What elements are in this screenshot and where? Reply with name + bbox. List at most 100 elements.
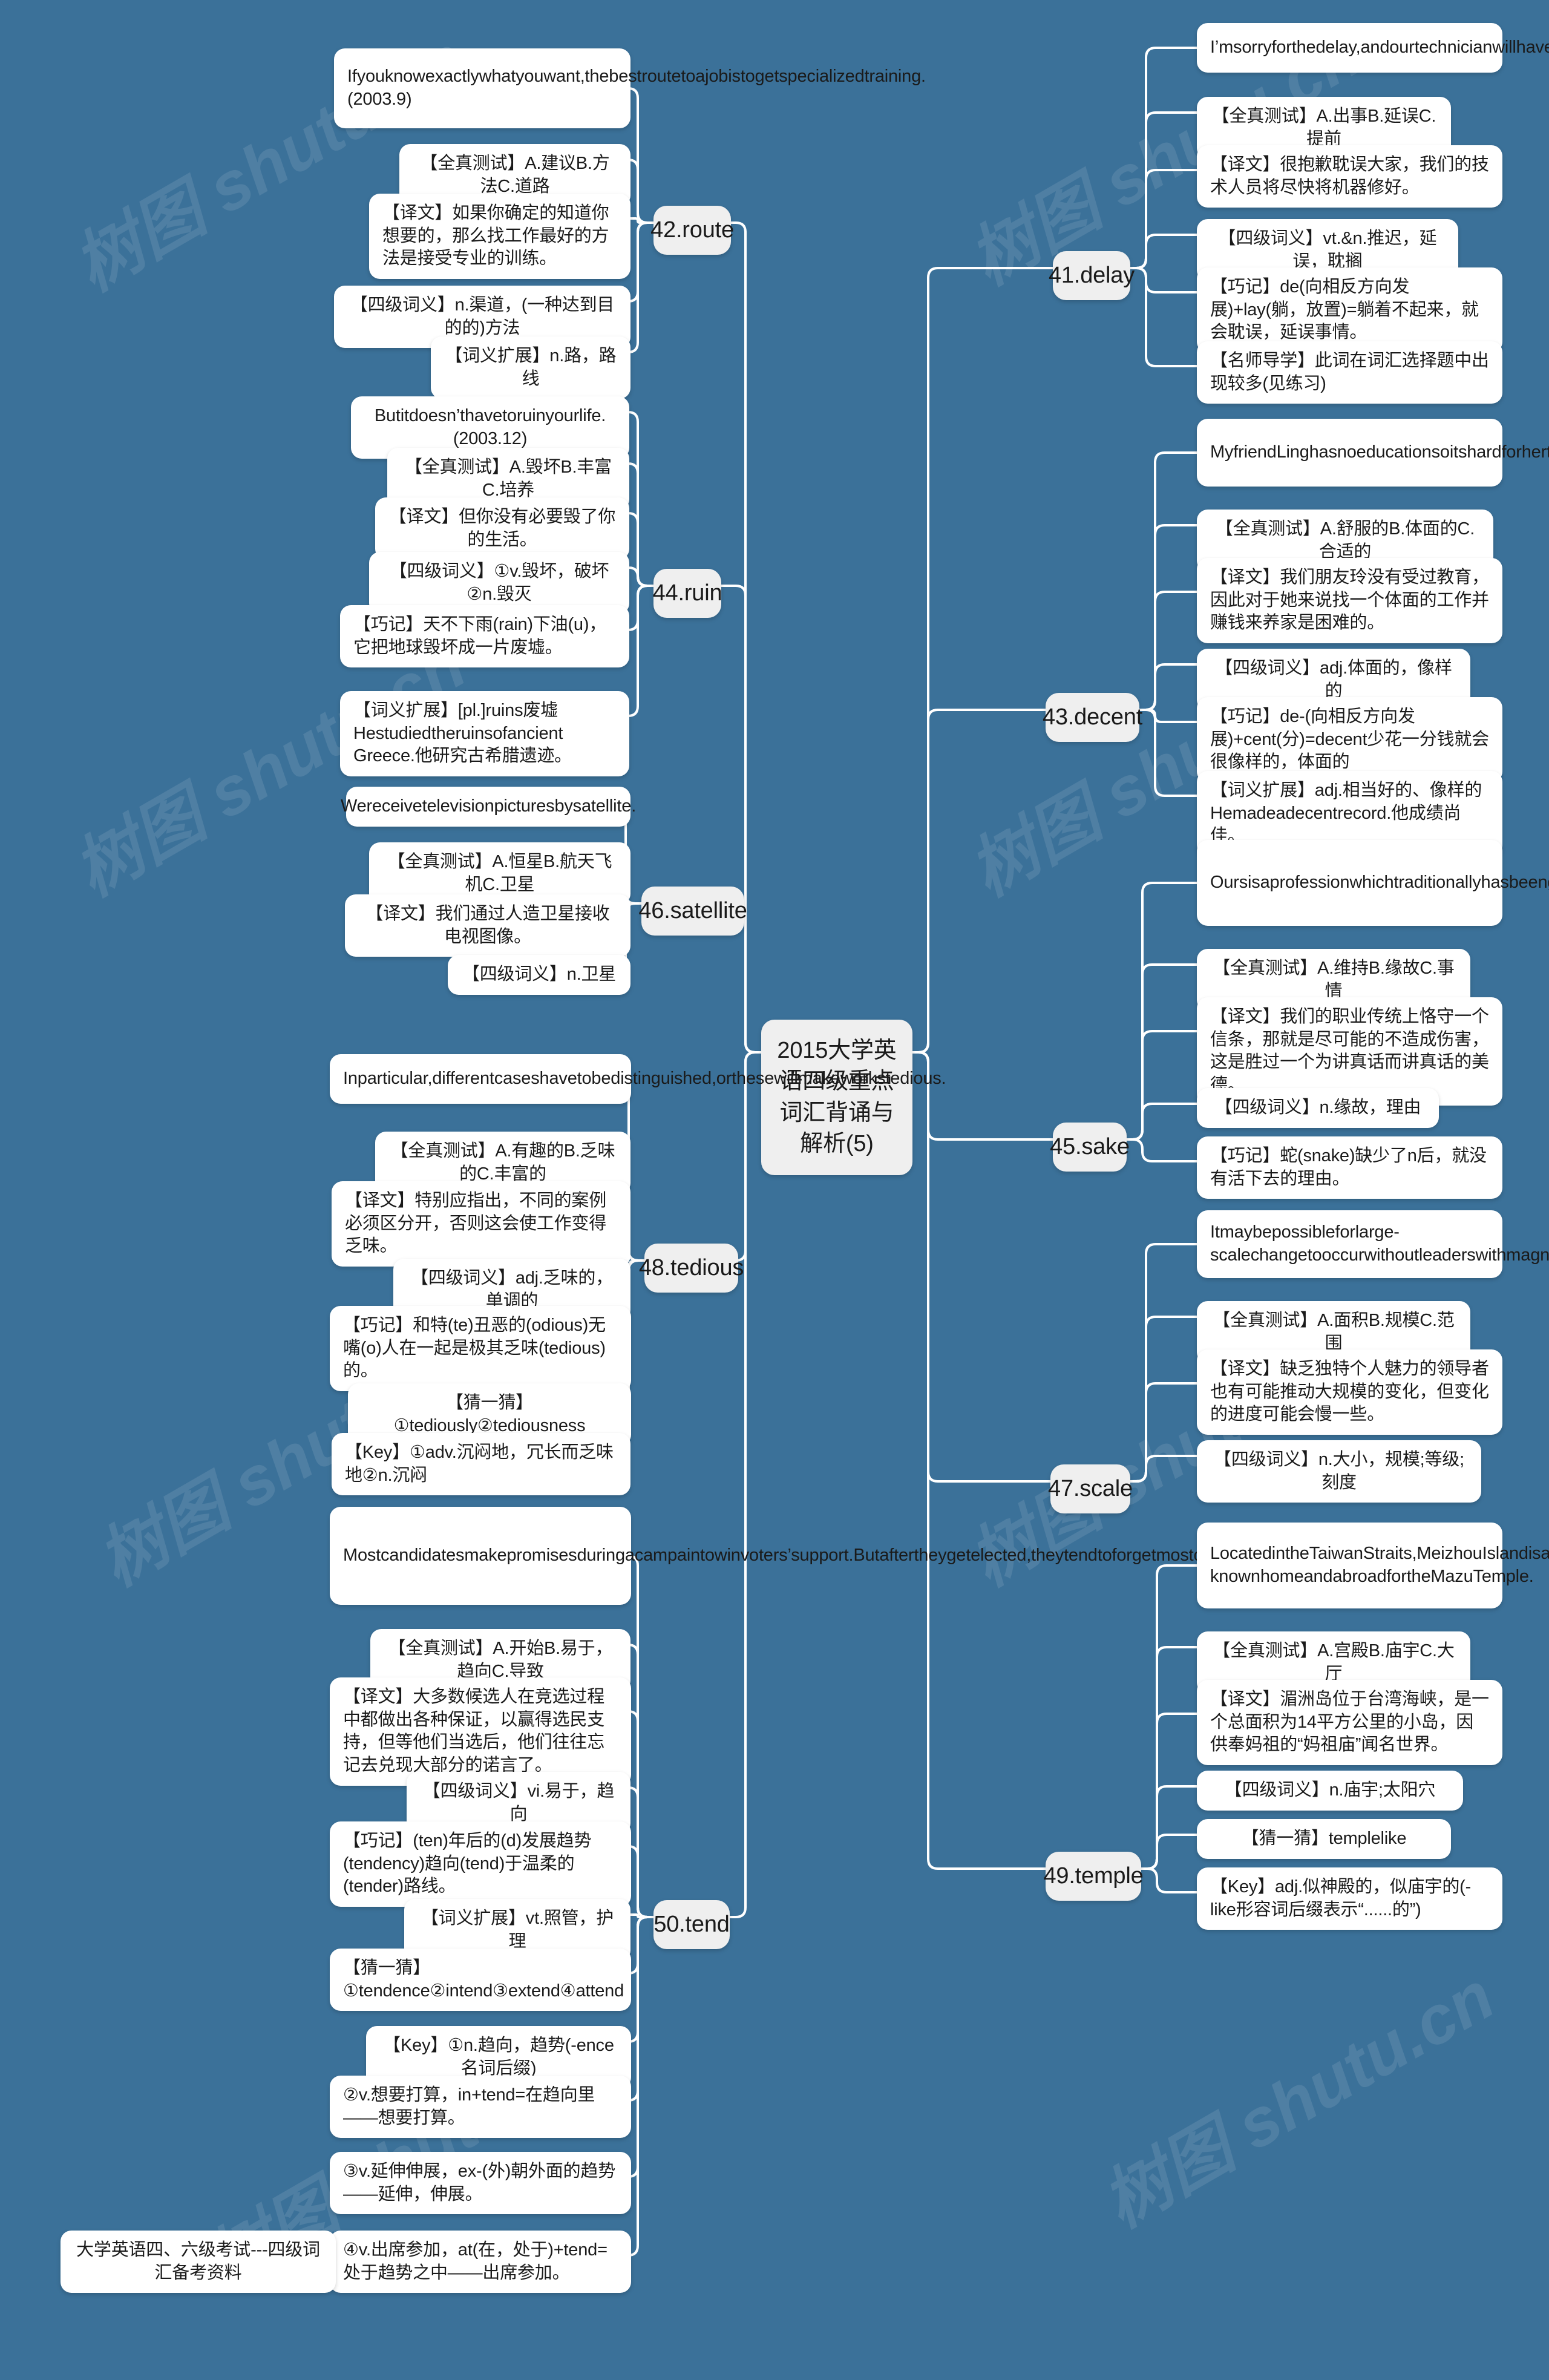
leaf-node[interactable]: 【译文】缺乏独特个人魅力的领导者也有可能推动大规模的变化，但变化的进度可能会慢一… bbox=[1197, 1349, 1502, 1435]
leaf-node[interactable]: 【四级词义】n.大小，规模;等级;刻度 bbox=[1197, 1440, 1481, 1503]
node-label: 【全真测试】A.舒服的B.体面的C.合适的 bbox=[1215, 519, 1475, 562]
leaf-node[interactable]: 【四级词义】n.庙宇;太阳穴 bbox=[1197, 1771, 1463, 1811]
node-label: 50.tend bbox=[653, 1912, 730, 1937]
leaf-node[interactable]: 【巧记】天不下雨(rain)下油(u)，它把地球毁坏成一片废墟。 bbox=[340, 605, 629, 668]
topic-node-route[interactable]: 42.route bbox=[650, 206, 734, 255]
node-label: 【译文】湄洲岛位于台湾海峡，是一个总面积为14平方公里的小岛，因供奉妈祖的“妈祖… bbox=[1210, 1690, 1489, 1755]
node-label: 【全真测试】A.宫殿B.庙宇C.大厅 bbox=[1213, 1641, 1455, 1683]
node-label: 【四级词义】①v.毁坏，破坏②n.毁灭 bbox=[389, 562, 609, 604]
node-label: 【四级词义】n.缘故，理由 bbox=[1214, 1098, 1421, 1117]
leaf-node[interactable]: Wereceivetelevisionpicturesbysatellite. bbox=[341, 787, 636, 827]
topic-node-decent[interactable]: 43.decent bbox=[1042, 693, 1143, 743]
topic-node-satellite[interactable]: 46.satellite bbox=[638, 887, 747, 936]
node-label: Wereceivetelevisionpicturesbysatellite. bbox=[340, 796, 637, 816]
leaf-node[interactable]: I’msorryforthedelay,andourtechnicianwill… bbox=[1197, 23, 1549, 73]
node-label: 【词义扩展】vt.照管，护理 bbox=[421, 1909, 614, 1951]
leaf-node[interactable]: Oursisaprofessionwhichtraditionallyhasbe… bbox=[1197, 840, 1549, 926]
topic-node-tend[interactable]: 50.tend bbox=[653, 1900, 730, 1950]
node-label: 【巧记】蛇(snake)缺少了n后，就没有活下去的理由。 bbox=[1210, 1146, 1487, 1188]
leaf-node[interactable]: Itmaybepossibleforlarge-scalechangetoocc… bbox=[1197, 1210, 1549, 1278]
node-label: 【全真测试】A.恒星B.航天飞机C.卫星 bbox=[387, 852, 612, 894]
node-label: 【全真测试】A.建议B.方法C.道路 bbox=[420, 154, 610, 196]
node-label: Ifyouknowexactlywhatyouwant,thebestroute… bbox=[347, 67, 926, 109]
node-label: 【猜一猜】①tendence②intend③extend④attend bbox=[343, 1958, 624, 2001]
node-label: ④v.出席参加，at(在，处于)+tend=处于趋势之中——出席参加。 bbox=[343, 2240, 607, 2283]
node-label: Butitdoesn’thavetoruinyourlife.(2003.12) bbox=[374, 406, 606, 448]
leaf-node[interactable]: 【译文】如果你确定的知道你想要的，那么找工作最好的方法是接受专业的训练。 bbox=[369, 194, 630, 280]
node-label: ②v.想要打算，in+tend=在趋向里——想要打算。 bbox=[343, 2085, 595, 2128]
leaf-node[interactable]: 【译文】我们通过人造卫星接收电视图像。 bbox=[345, 894, 630, 957]
topic-node-tedious[interactable]: 48.tedious bbox=[639, 1244, 744, 1293]
node-label: 【四级词义】n.大小，规模;等级;刻度 bbox=[1214, 1450, 1464, 1492]
topic-node-sake[interactable]: 45.sake bbox=[1050, 1123, 1130, 1172]
leaf-node[interactable]: 【译文】大多数候选人在竞选过程中都做出各种保证，以赢得选民支持，但等他们当选后，… bbox=[330, 1677, 631, 1786]
leaf-node[interactable]: 【四级词义】n.卫星 bbox=[448, 955, 630, 995]
leaf-node[interactable]: 【猜一猜】①tendence②intend③extend④attend bbox=[330, 1949, 631, 2011]
leaf-node[interactable]: 【巧记】蛇(snake)缺少了n后，就没有活下去的理由。 bbox=[1197, 1136, 1502, 1199]
leaf-node[interactable]: ④v.出席参加，at(在，处于)+tend=处于趋势之中——出席参加。 bbox=[330, 2231, 631, 2293]
node-label: 【词义扩展】[pl.]ruins废墟Hestudiedtheruinsofanc… bbox=[353, 701, 572, 766]
topic-node-temple[interactable]: 49.temple bbox=[1043, 1852, 1144, 1901]
leaf-node[interactable]: 【译文】我们朋友玲没有受过教育，因此对于她来说找一个体面的工作并赚钱来养家是困难… bbox=[1197, 558, 1502, 644]
leaf-node[interactable]: LocatedintheTaiwanStraits,MeizhouIslandi… bbox=[1197, 1523, 1549, 1608]
node-label: 【译文】我们的职业传统上恪守一个信条，那就是尽可能的不造成伤害，这是胜过一个为讲… bbox=[1210, 1007, 1489, 1095]
node-label: 【译文】特别应指出，不同的案例必须区分开，否则这会使工作变得乏味。 bbox=[345, 1191, 607, 1256]
node-label: 【译文】如果你确定的知道你想要的，那么找工作最好的方法是接受专业的训练。 bbox=[382, 203, 609, 269]
leaf-node[interactable]: 【巧记】(ten)年后的(d)发展趋势(tendency)趋向(tend)于温柔… bbox=[330, 1821, 631, 1907]
leaf-node[interactable]: 【四级词义】n.缘故，理由 bbox=[1197, 1088, 1439, 1128]
node-label: 【译文】我们朋友玲没有受过教育，因此对于她来说找一个体面的工作并赚钱来养家是困难… bbox=[1210, 568, 1489, 633]
leaf-node[interactable]: 【名师导学】此词在词汇选择题中出现较多(见练习) bbox=[1197, 341, 1502, 404]
node-label: 【四级词义】n.渠道，(一种达到目的的)方法 bbox=[350, 295, 615, 338]
node-label: MyfriendLinghasnoeducationsoitshardforhe… bbox=[1210, 442, 1549, 462]
footer-source-node[interactable]: 大学英语四、六级考试---四级词汇备考资料 bbox=[61, 2231, 336, 2293]
node-label: 【四级词义】n.庙宇;太阳穴 bbox=[1224, 1780, 1436, 1800]
leaf-node[interactable]: 【词义扩展】[pl.]ruins废墟Hestudiedtheruinsofanc… bbox=[340, 691, 629, 777]
leaf-node[interactable]: 【巧记】de(向相反方向发展)+lay(躺，放置)=躺着不起来，就会耽误，延误事… bbox=[1197, 267, 1502, 353]
leaf-node[interactable]: 【译文】湄洲岛位于台湾海峡，是一个总面积为14平方公里的小岛，因供奉妈祖的“妈祖… bbox=[1197, 1680, 1502, 1766]
node-label: 44.ruin bbox=[652, 580, 722, 606]
node-label: 41.delay bbox=[1048, 263, 1135, 288]
node-label: 【全真测试】A.毁坏B.丰富C.培养 bbox=[404, 457, 612, 500]
node-label: 【四级词义】adj.体面的，像样的 bbox=[1215, 658, 1452, 701]
node-label: 【Key】①adv.沉闷地，冗长而乏味地②n.沉闷 bbox=[345, 1443, 614, 1485]
node-label: 大学英语四、六级考试---四级词汇备考资料 bbox=[76, 2240, 320, 2283]
leaf-node[interactable]: ②v.想要打算，in+tend=在趋向里——想要打算。 bbox=[330, 2076, 631, 2139]
leaf-node[interactable]: 【词义扩展】n.路，路线 bbox=[431, 336, 630, 399]
node-label: ③v.延伸伸展，ex-(外)朝外面的趋势——延伸，伸展。 bbox=[343, 2162, 616, 2204]
leaf-node[interactable]: Ifyouknowexactlywhatyouwant,thebestroute… bbox=[334, 48, 926, 128]
leaf-node[interactable]: 【译文】很抱歉耽误大家，我们的技术人员将尽快将机器修好。 bbox=[1197, 145, 1502, 208]
leaf-node[interactable]: MyfriendLinghasnoeducationsoitshardforhe… bbox=[1197, 419, 1549, 487]
leaf-node[interactable]: Mostcandidatesmakepromisesduringacampain… bbox=[330, 1507, 1427, 1605]
leaf-node[interactable]: 【Key】adj.似神殿的，似庙宇的(-like形容词后缀表示“......的”… bbox=[1197, 1867, 1502, 1930]
node-label: 【全真测试】A.有趣的B.乏味的C.丰富的 bbox=[390, 1141, 615, 1184]
node-label: 【全真测试】A.开始B.易于，趋向C.导致 bbox=[388, 1639, 613, 1681]
node-label: 【译文】很抱歉耽误大家，我们的技术人员将尽快将机器修好。 bbox=[1210, 155, 1489, 197]
node-label: 【猜一猜】①tediously②tediousness bbox=[393, 1393, 586, 1435]
node-label: I’msorryforthedelay,andourtechnicianwill… bbox=[1210, 38, 1549, 57]
node-label: 【猜一猜】templelike bbox=[1241, 1829, 1407, 1848]
leaf-node[interactable]: 【译文】但你没有必要毁了你的生活。 bbox=[375, 497, 629, 560]
node-label: 【四级词义】n.卫星 bbox=[462, 965, 617, 984]
node-label: 【巧记】天不下雨(rain)下油(u)，它把地球毁坏成一片废墟。 bbox=[353, 615, 607, 657]
topic-node-delay[interactable]: 41.delay bbox=[1049, 251, 1135, 301]
mindmap-canvas: 树图 shutu.cn 树图 shutu.cn 树图 shutu.cn 树图 s… bbox=[0, 0, 1549, 2380]
leaf-node[interactable]: 【Key】①adv.沉闷地，冗长而乏味地②n.沉闷 bbox=[332, 1433, 630, 1496]
topic-node-ruin[interactable]: 44.ruin bbox=[652, 569, 722, 618]
leaf-node[interactable]: 【译文】特别应指出，不同的案例必须区分开，否则这会使工作变得乏味。 bbox=[332, 1181, 630, 1267]
leaf-node[interactable]: Inparticular,differentcaseshavetobedisti… bbox=[330, 1054, 946, 1104]
center-topic-node[interactable]: 2015大学英语四级重点词汇背诵与解析(5) bbox=[761, 1020, 912, 1176]
node-label: 2015大学英语四级重点词汇背诵与解析(5) bbox=[777, 1038, 897, 1156]
topic-node-scale[interactable]: 47.scale bbox=[1048, 1464, 1133, 1514]
leaf-node[interactable]: 【巧记】de-(向相反方向发展)+cent(分)=decent少花一分钱就会很像… bbox=[1197, 697, 1502, 783]
node-label: 【四级词义】vi.易于，趋向 bbox=[422, 1782, 615, 1824]
leaf-node[interactable]: 【巧记】和特(te)丑恶的(odious)无嘴(o)人在一起是极其乏味(tedi… bbox=[330, 1306, 631, 1392]
leaf-node[interactable]: ③v.延伸伸展，ex-(外)朝外面的趋势——延伸，伸展。 bbox=[330, 2152, 631, 2215]
node-label: 48.tedious bbox=[638, 1255, 744, 1280]
node-label: 42.route bbox=[650, 217, 734, 243]
node-label: 【巧记】de-(向相反方向发展)+cent(分)=decent少花一分钱就会很像… bbox=[1210, 707, 1489, 772]
node-label: 46.satellite bbox=[638, 898, 747, 923]
node-label: 【词义扩展】adj.相当好的、像样的Hemadeadecentrecord.他成… bbox=[1210, 781, 1482, 846]
node-label: 【译文】但你没有必要毁了你的生活。 bbox=[388, 507, 616, 549]
leaf-node[interactable]: 【猜一猜】templelike bbox=[1197, 1819, 1451, 1859]
node-label: 43.decent bbox=[1042, 704, 1143, 730]
